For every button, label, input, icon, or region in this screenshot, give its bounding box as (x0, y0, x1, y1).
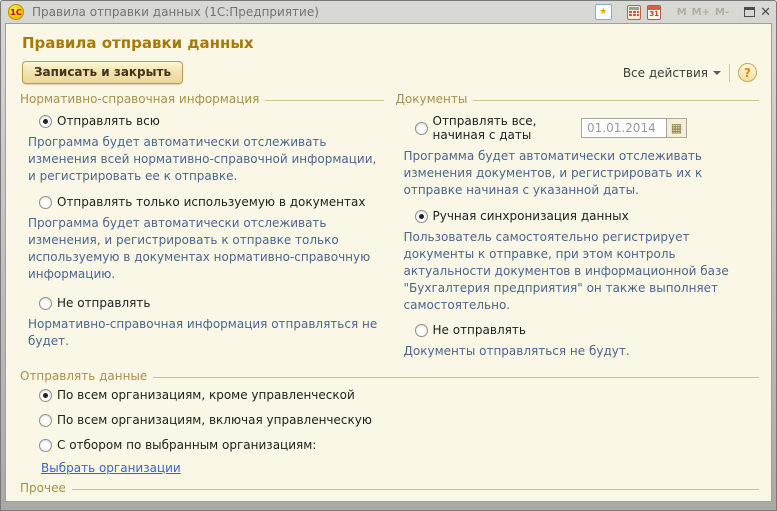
radio-icon[interactable] (39, 439, 52, 452)
group-separator-line (72, 489, 759, 490)
documents-group-header: Документы (396, 92, 760, 106)
radio-label: Отправлять только используемую в докумен… (57, 195, 365, 209)
radio-description: Пользователь самостоятельно регистрирует… (404, 229, 758, 314)
app-window: 1С Правила отправки данных (1С:Предприят… (0, 0, 777, 511)
other-group-title: Прочее (20, 481, 66, 495)
send-data-group-header: Отправлять данные (20, 369, 759, 383)
group-separator-line (265, 100, 383, 101)
radio-label: Не отправлять (433, 323, 526, 337)
calculator-icon-body (627, 5, 641, 20)
calendar-icon-body: 31 (647, 5, 661, 20)
radio-label: Не отправлять (57, 296, 150, 310)
documents-group-title: Документы (396, 92, 468, 106)
radio-icon[interactable] (415, 210, 428, 223)
radio-label: По всем организациям, кроме управленческ… (57, 388, 355, 402)
radio-send-all-nsi[interactable]: Отправлять всю (39, 114, 384, 128)
radio-description: Программа будет автоматически отслеживат… (404, 148, 758, 199)
1c-logo-icon: 1С (8, 4, 24, 20)
titlebar-separator (669, 5, 670, 19)
radio-all-orgs-including-management[interactable]: По всем организациям, включая управленче… (39, 413, 759, 427)
radio-selected-orgs-filter[interactable]: С отбором по выбранным организациям: (39, 438, 759, 452)
nsi-group: Нормативно-справочная информация Отправл… (20, 92, 384, 360)
send-data-group-title: Отправлять данные (20, 369, 147, 383)
radio-icon[interactable] (39, 414, 52, 427)
nsi-group-header: Нормативно-справочная информация (20, 92, 384, 106)
two-column-area: Нормативно-справочная информация Отправл… (20, 92, 759, 360)
start-date-input[interactable] (581, 118, 667, 138)
titlebar-icons: ★ 31 M M+ M- ✕ (595, 4, 771, 20)
radio-label: Отправлять все, начиная с даты (433, 114, 582, 142)
help-button[interactable]: ? (738, 63, 757, 82)
group-separator-line (473, 100, 759, 101)
radio-label: Ручная синхронизация данных (433, 209, 629, 223)
command-bar: Записать и закрыть Все действия ? (22, 61, 757, 84)
select-organizations-link[interactable]: Выбрать организации (41, 461, 181, 475)
calendar-icon[interactable]: 31 (647, 4, 662, 20)
memory-recall-button[interactable]: M (677, 7, 687, 18)
maximize-button[interactable] (744, 7, 755, 17)
command-bar-separator (729, 64, 730, 82)
radio-icon[interactable] (39, 115, 52, 128)
maximize-icon (744, 7, 755, 17)
radio-icon[interactable] (39, 389, 52, 402)
radio-send-all-docs-from-date[interactable]: Отправлять все, начиная с даты ▦ (415, 114, 760, 142)
memory-plus-button[interactable]: M+ (692, 7, 710, 18)
radio-no-send-docs[interactable]: Не отправлять (415, 323, 760, 337)
window-title: Правила отправки данных (1С:Предприятие) (32, 5, 595, 19)
radio-description: Нормативно-справочная информация отправл… (28, 316, 382, 350)
chevron-down-icon (713, 71, 721, 75)
radio-description: Программа будет автоматически отслеживат… (28, 134, 382, 185)
radio-description: Документы отправляться не будут. (404, 343, 758, 360)
radio-icon[interactable] (415, 122, 428, 135)
radio-description: Программа будет автоматически отслеживат… (28, 215, 382, 283)
documents-group: Документы Отправлять все, начиная с даты… (396, 92, 760, 360)
form-content: Правила отправки данных Записать и закры… (5, 23, 772, 502)
radio-label: С отбором по выбранным организациям: (57, 438, 316, 452)
date-picker-button[interactable]: ▦ (667, 118, 687, 138)
group-separator-line (153, 377, 759, 378)
radio-no-send-nsi[interactable]: Не отправлять (39, 296, 384, 310)
date-field: ▦ (581, 118, 687, 138)
memory-minus-button[interactable]: M- (715, 7, 729, 18)
page-title: Правила отправки данных (22, 34, 759, 52)
radio-all-orgs-except-management[interactable]: По всем организациям, кроме управленческ… (39, 388, 759, 402)
other-group: Прочее Выгружать аналитику по складам i … (20, 481, 759, 502)
other-group-header: Прочее (20, 481, 759, 495)
titlebar: 1С Правила отправки данных (1С:Предприят… (1, 1, 776, 23)
radio-send-used-nsi[interactable]: Отправлять только используемую в докумен… (39, 195, 384, 209)
titlebar-separator (736, 5, 737, 19)
radio-label: По всем организациям, включая управленче… (57, 413, 372, 427)
radio-label: Отправлять всю (57, 114, 160, 128)
all-actions-button[interactable]: Все действия (623, 66, 721, 80)
radio-icon[interactable] (39, 196, 52, 209)
close-button[interactable]: ✕ (760, 6, 771, 19)
titlebar-separator (619, 5, 620, 19)
nsi-group-title: Нормативно-справочная информация (20, 92, 259, 106)
favorites-icon[interactable]: ★ (595, 4, 612, 20)
radio-icon[interactable] (39, 297, 52, 310)
calculator-icon[interactable] (627, 4, 642, 20)
radio-icon[interactable] (415, 324, 428, 337)
save-and-close-button[interactable]: Записать и закрыть (22, 61, 183, 84)
radio-manual-sync[interactable]: Ручная синхронизация данных (415, 209, 760, 223)
all-actions-label: Все действия (623, 66, 708, 80)
send-data-group: Отправлять данные По всем организациям, … (20, 369, 759, 477)
